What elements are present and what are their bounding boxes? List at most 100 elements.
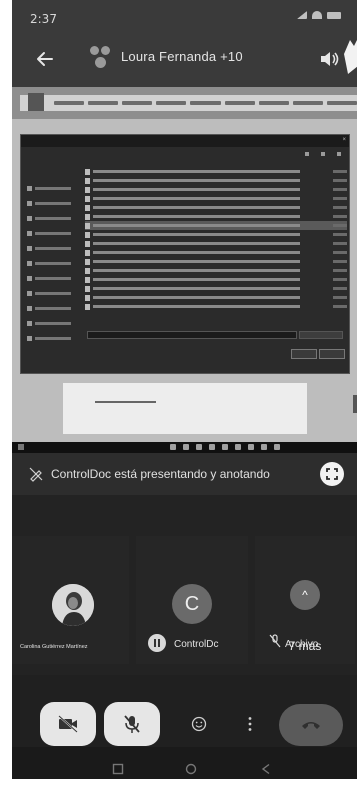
- dialog-sidebar-item: [27, 183, 83, 194]
- file-row: [85, 185, 347, 194]
- home-button[interactable]: [181, 759, 201, 779]
- file-row: [85, 176, 347, 185]
- mic-off-icon: [124, 715, 140, 733]
- participants-grid: Carolina Gutiérrez Martínez C ControlDc …: [0, 495, 359, 675]
- folder-icon: [27, 216, 32, 221]
- file-row: [85, 230, 347, 239]
- dialog-sidebar-item: [27, 273, 83, 284]
- presenter-form-field: [95, 401, 156, 403]
- battery-icon: [327, 11, 341, 19]
- chevron-up-icon: ^: [290, 580, 320, 610]
- folder-icon: [27, 276, 32, 281]
- speaker-icon: [321, 52, 339, 66]
- file-icon: [85, 195, 90, 202]
- dialog-sidebar-item: [27, 258, 83, 269]
- taskbar-app-icon: [261, 444, 267, 450]
- file-row: [85, 167, 347, 176]
- open-button: [291, 349, 317, 359]
- more-options-button[interactable]: [236, 702, 264, 746]
- participant-name: ControlDc: [174, 639, 219, 650]
- mic-toggle-button[interactable]: [104, 702, 160, 746]
- file-icon: [85, 276, 90, 283]
- signal-icon: [297, 11, 307, 19]
- dialog-titlebar: ×: [21, 135, 349, 147]
- call-header: Loura Fernanda +10: [0, 32, 359, 87]
- folder-icon: [27, 246, 32, 251]
- call-controls: [0, 675, 359, 747]
- speaking-indicator-icon: [148, 634, 166, 652]
- participant-name: Archivo: [285, 639, 319, 650]
- participant-tile[interactable]: Carolina Gutiérrez Martínez: [12, 536, 129, 664]
- file-list-header: [85, 159, 347, 167]
- participant-initial-avatar: C: [172, 584, 212, 624]
- file-row: [85, 266, 347, 275]
- dialog-sidebar-item: [27, 303, 83, 314]
- call-screen: 2:37 Loura Fernanda +10 × ControlDoc est…: [0, 0, 359, 792]
- file-name-field: [87, 331, 297, 339]
- taskbar-apps: [170, 444, 280, 450]
- taskbar-app-icon: [235, 444, 241, 450]
- end-call-button[interactable]: [279, 704, 343, 746]
- more-participants-tile[interactable]: ^ 7 más Archivo: [255, 536, 355, 664]
- recents-icon: [112, 763, 124, 775]
- speaker-button[interactable]: [318, 48, 342, 70]
- call-title[interactable]: Loura Fernanda +10: [121, 49, 243, 64]
- file-icon: [85, 168, 90, 175]
- reactions-button[interactable]: [185, 702, 213, 746]
- browser-bookmarks-bar: [20, 93, 359, 111]
- hangup-icon: [302, 722, 320, 729]
- folder-icon: [27, 186, 32, 191]
- presenter-taskbar: [10, 442, 359, 453]
- tab-icon: [28, 93, 44, 111]
- file-icon: [85, 186, 90, 193]
- file-icon: [85, 240, 90, 247]
- start-icon: [18, 444, 24, 450]
- taskbar-app-icon: [170, 444, 176, 450]
- status-time: 2:37: [30, 12, 57, 26]
- file-type-select: [299, 331, 343, 339]
- folder-icon: [27, 306, 32, 311]
- recents-button[interactable]: [108, 759, 128, 779]
- folder-icon: [27, 261, 32, 266]
- dialog-sidebar-item: [27, 243, 83, 254]
- status-icons: [297, 11, 341, 19]
- back-icon: [261, 763, 270, 775]
- file-row: [85, 203, 347, 212]
- scan-border-left: [0, 0, 12, 792]
- dialog-file-list: [85, 159, 347, 331]
- folder-icon: [27, 231, 32, 236]
- participant-photo: [52, 584, 94, 626]
- taskbar-app-icon: [274, 444, 280, 450]
- back-button[interactable]: [30, 44, 60, 74]
- presenter-browser-top: [0, 87, 359, 119]
- file-icon: [85, 213, 90, 220]
- participant-tile[interactable]: C ControlDc: [136, 536, 248, 664]
- bookmarks-list: [54, 99, 357, 107]
- file-icon: [85, 204, 90, 211]
- back-nav-button[interactable]: [256, 759, 276, 779]
- scan-border-bottom: [0, 779, 359, 792]
- file-row: [85, 293, 347, 302]
- home-icon: [185, 763, 197, 775]
- camera-toggle-button[interactable]: [40, 702, 96, 746]
- status-bar: 2:37: [0, 0, 359, 32]
- presenting-banner: ControlDoc está presentando y anotando: [0, 453, 359, 495]
- file-row: [85, 275, 347, 284]
- camera-off-icon: [58, 715, 78, 733]
- file-icon: [85, 231, 90, 238]
- presenting-text: ControlDoc está presentando y anotando: [51, 467, 270, 481]
- dialog-toolbar: [305, 152, 341, 156]
- file-icon: [85, 177, 90, 184]
- file-row: [85, 302, 347, 311]
- view-icon: [305, 152, 309, 156]
- group-avatar-icon: [88, 44, 114, 70]
- wifi-icon: [312, 11, 322, 19]
- file-row: [85, 212, 347, 221]
- more-vert-icon: [248, 717, 252, 731]
- file-row: [85, 194, 347, 203]
- file-icon: [85, 285, 90, 292]
- fullscreen-button[interactable]: [320, 462, 344, 486]
- back-arrow-icon: [37, 52, 53, 66]
- taskbar-app-icon: [183, 444, 189, 450]
- dialog-sidebar-item: [27, 228, 83, 239]
